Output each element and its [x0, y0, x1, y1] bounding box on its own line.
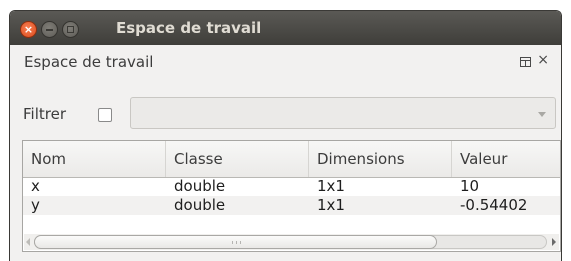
cell-class: double	[174, 196, 226, 214]
arrow-left-icon[interactable]	[26, 238, 30, 246]
table-row[interactable]: y double 1x1 -0.54402	[23, 196, 560, 215]
workspace-window: × Espace de travail Espace de travail × …	[9, 10, 562, 261]
title-bar[interactable]: × Espace de travail	[10, 11, 561, 45]
cell-name: x	[31, 177, 40, 195]
column-header-dimensions[interactable]: Dimensions	[309, 141, 452, 177]
grip-icon	[232, 241, 241, 244]
variables-table: Nom Classe Dimensions Valeur x double 1x…	[22, 140, 561, 252]
arrow-right-icon[interactable]	[552, 238, 556, 246]
filter-label: Filtrer	[23, 105, 66, 123]
cell-value: 10	[460, 177, 480, 195]
cell-dimensions: 1x1	[317, 196, 345, 214]
filter-checkbox[interactable]	[98, 108, 112, 122]
scrollbar-thumb[interactable]	[34, 235, 437, 249]
close-icon: ×	[537, 52, 549, 68]
cell-name: y	[31, 196, 40, 214]
column-header-nom[interactable]: Nom	[23, 141, 166, 177]
chevron-down-icon[interactable]	[538, 112, 546, 117]
maximize-icon	[67, 26, 74, 33]
close-window-button[interactable]: ×	[20, 21, 37, 38]
column-header-classe[interactable]: Classe	[166, 141, 309, 177]
horizontal-scrollbar[interactable]	[24, 234, 559, 250]
column-header-valeur[interactable]: Valeur	[452, 141, 560, 177]
table-header: Nom Classe Dimensions Valeur	[23, 141, 560, 178]
cell-class: double	[174, 177, 226, 195]
undock-icon[interactable]	[520, 57, 531, 67]
minimize-icon	[46, 29, 53, 31]
close-icon: ×	[23, 23, 34, 36]
cell-dimensions: 1x1	[317, 177, 345, 195]
cell-value: -0.54402	[460, 196, 528, 214]
window-title: Espace de travail	[116, 19, 262, 37]
filter-combobox[interactable]	[130, 97, 556, 129]
table-row[interactable]: x double 1x1 10	[23, 177, 560, 196]
maximize-window-button[interactable]	[62, 21, 79, 38]
panel-close-button[interactable]: ×	[537, 52, 549, 68]
minimize-window-button[interactable]	[41, 21, 58, 38]
panel-title: Espace de travail	[24, 53, 154, 71]
panel-header: Espace de travail ×	[10, 45, 561, 75]
